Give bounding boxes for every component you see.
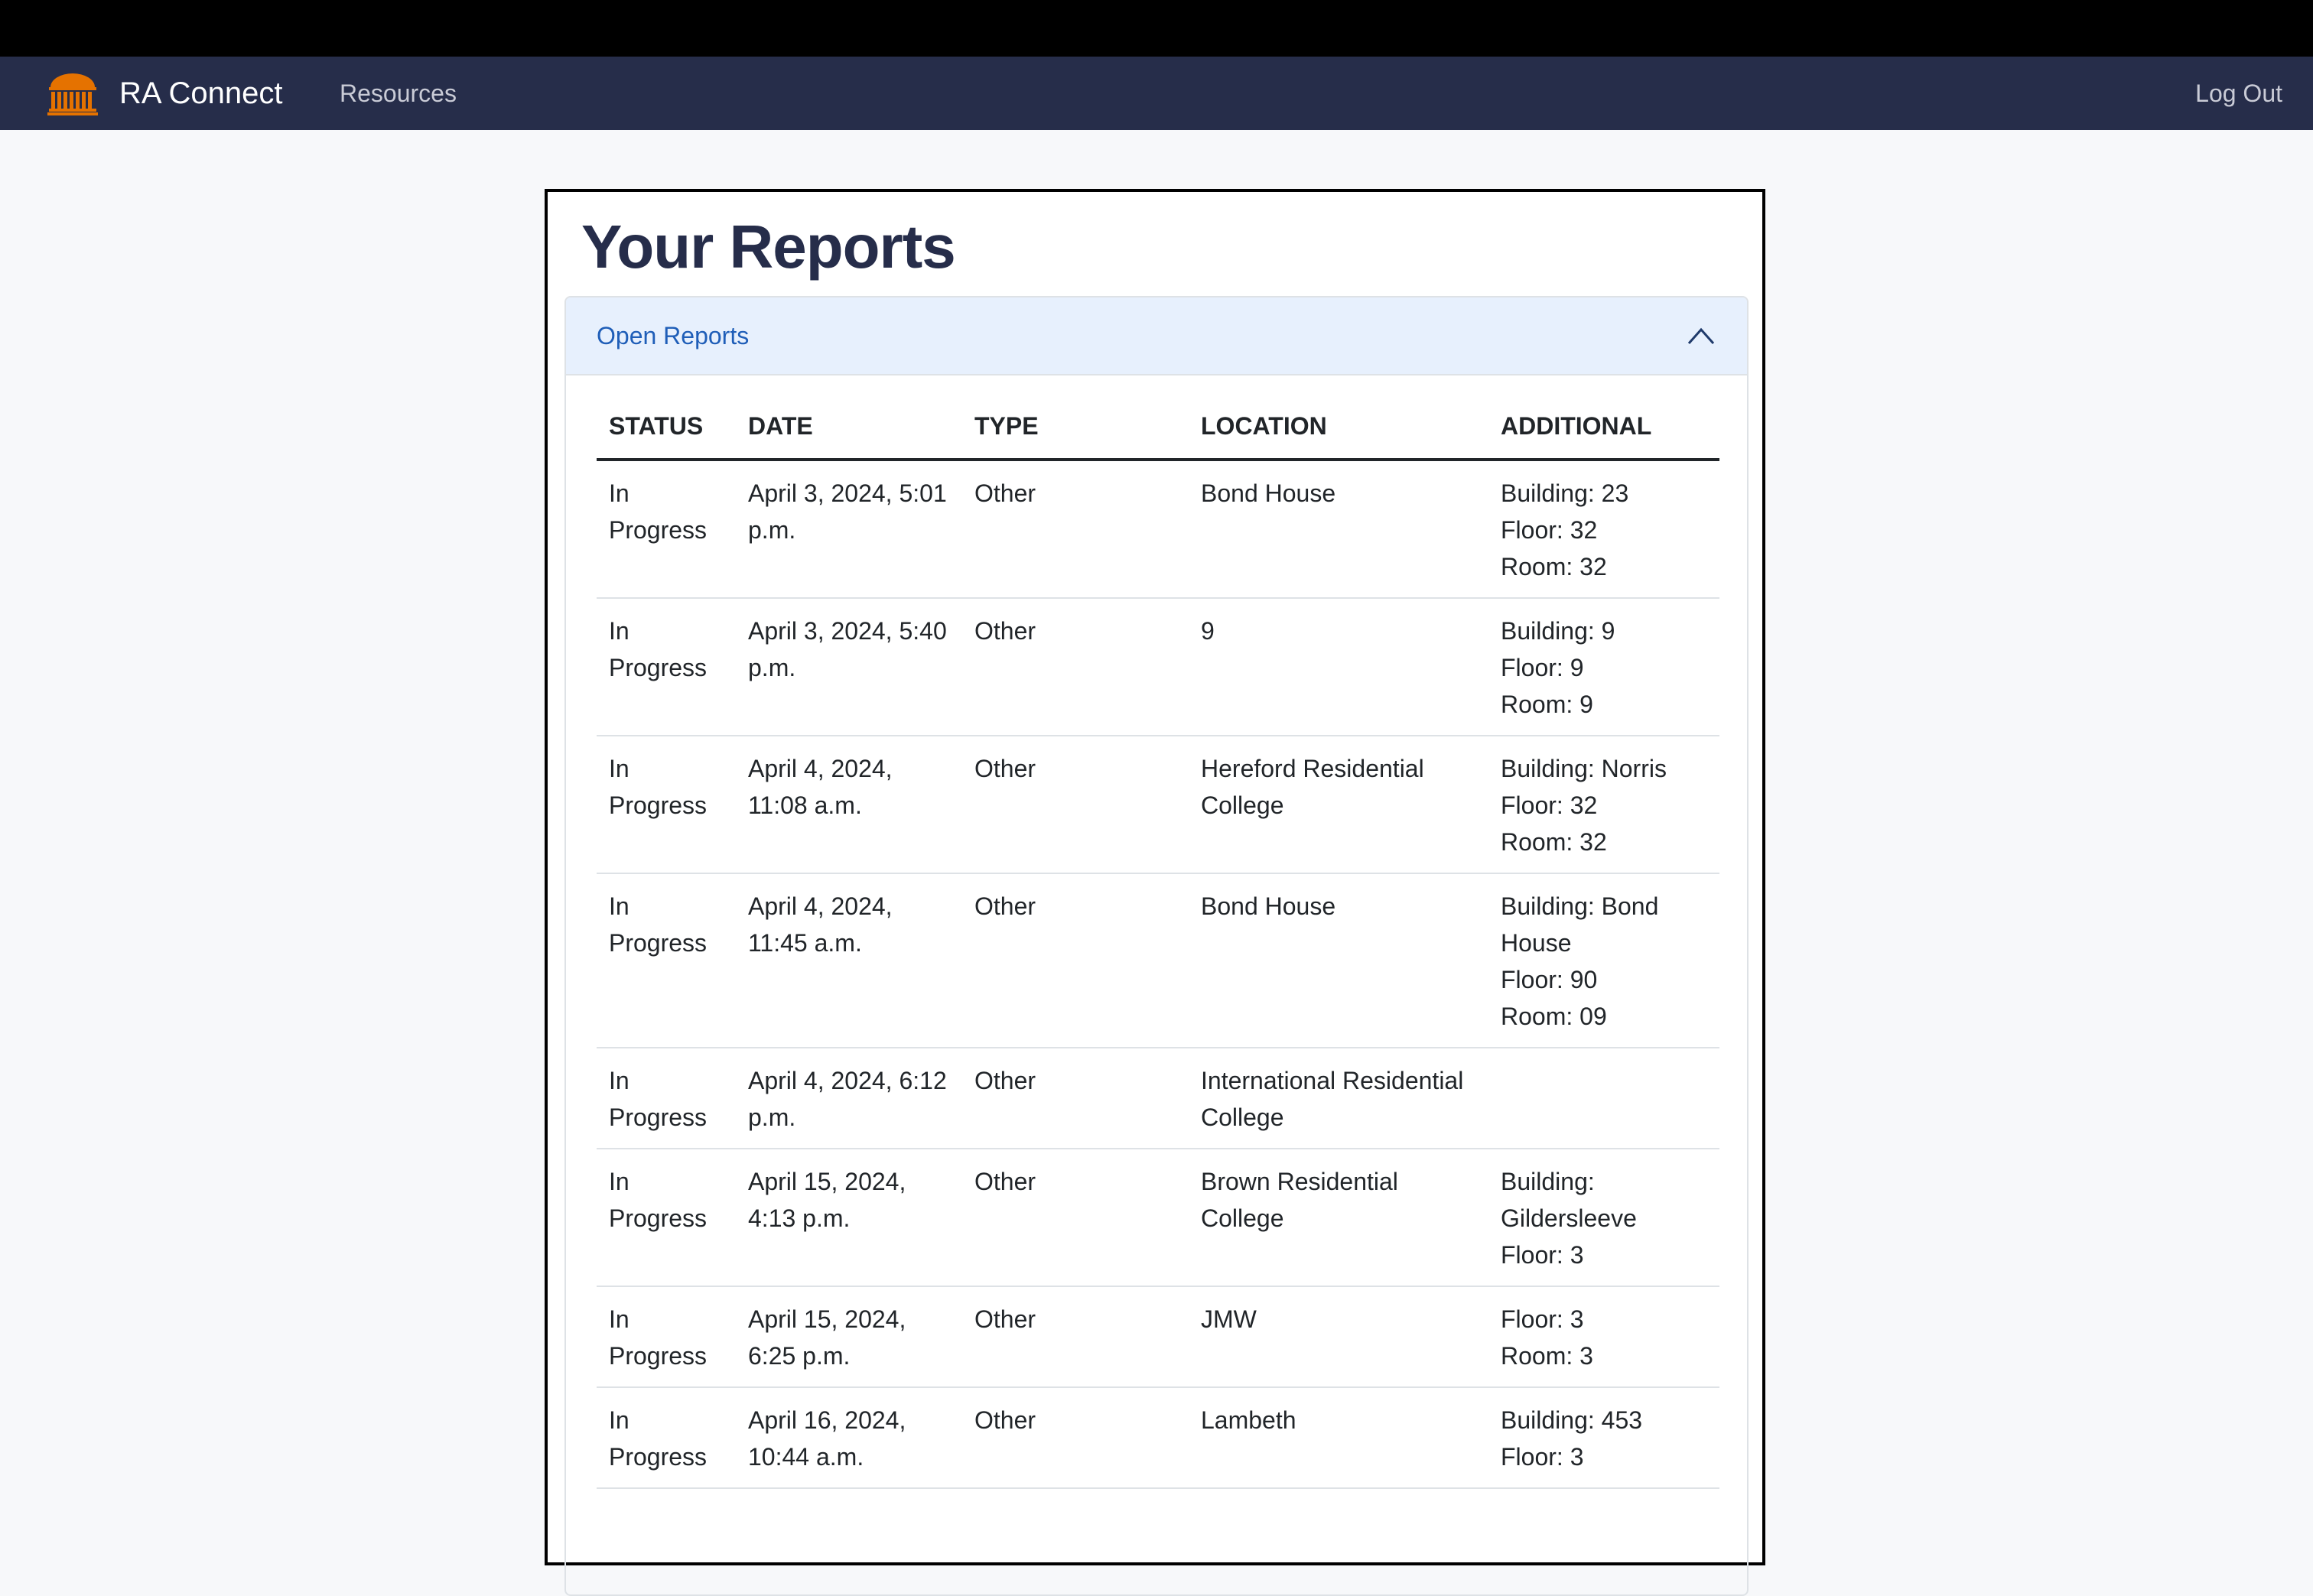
column-header-additional: ADDITIONAL [1488, 391, 1719, 461]
table-row: In Progress April 4, 2024, 11:08 a.m. Ot… [597, 736, 1719, 874]
cell-type: Other [962, 1149, 1189, 1287]
additional-line: Building: 9 [1501, 617, 1615, 645]
cell-location: Brown Residential College [1189, 1149, 1488, 1287]
cell-date: April 15, 2024, 6:25 p.m. [736, 1286, 962, 1388]
cell-type: Other [962, 1048, 1189, 1149]
table-row: In Progress April 4, 2024, 6:12 p.m. Oth… [597, 1048, 1719, 1149]
top-black-bar [0, 0, 2313, 57]
column-header-date: DATE [736, 391, 962, 461]
cell-date: April 15, 2024, 4:13 p.m. [736, 1149, 962, 1287]
cell-type: Other [962, 1387, 1189, 1489]
cell-type: Other [962, 598, 1189, 736]
cell-additional: Building: Bond House Floor: 90 Room: 09 [1488, 873, 1719, 1048]
table-row: In Progress April 3, 2024, 5:40 p.m. Oth… [597, 598, 1719, 736]
column-header-type: TYPE [962, 391, 1189, 461]
table-row: In Progress April 15, 2024, 4:13 p.m. Ot… [597, 1149, 1719, 1287]
cell-additional: Building: 453 Floor: 3 [1488, 1387, 1719, 1489]
cell-date: April 4, 2024, 11:08 a.m. [736, 736, 962, 874]
cell-location: Bond House [1189, 460, 1488, 599]
cell-location: Hereford Residential College [1189, 736, 1488, 874]
cell-location: JMW [1189, 1286, 1488, 1388]
table-row: In Progress April 4, 2024, 11:45 a.m. Ot… [597, 873, 1719, 1048]
logout-link[interactable]: Log Out [2195, 78, 2282, 109]
column-header-status: STATUS [597, 391, 736, 461]
cell-date: April 3, 2024, 5:40 p.m. [736, 598, 962, 736]
reports-table: STATUS DATE TYPE LOCATION ADDITIONAL In … [597, 391, 1719, 1489]
additional-line: Room: 3 [1501, 1342, 1593, 1370]
cell-additional: Floor: 3 Room: 3 [1488, 1286, 1719, 1388]
additional-line: Building: 453 [1501, 1406, 1643, 1434]
cell-location: Lambeth [1189, 1387, 1488, 1489]
page-title: Your Reports [581, 213, 956, 281]
additional-line: Floor: 3 [1501, 1305, 1584, 1333]
cell-date: April 3, 2024, 5:01 p.m. [736, 460, 962, 599]
table-row: In Progress April 3, 2024, 5:01 p.m. Oth… [597, 460, 1719, 599]
cell-type: Other [962, 736, 1189, 874]
additional-line: Room: 32 [1501, 828, 1607, 856]
accordion-title: Open Reports [597, 322, 750, 349]
additional-line: Room: 09 [1501, 1003, 1607, 1030]
cell-type: Other [962, 1286, 1189, 1388]
open-reports-accordion: Open Reports STATUS DATE TYPE LOCATION A… [564, 296, 1749, 1596]
cell-date: April 4, 2024, 11:45 a.m. [736, 873, 962, 1048]
additional-line: Building: 23 [1501, 479, 1629, 507]
cell-status: In Progress [597, 1048, 736, 1149]
reports-card: Your Reports Open Reports STATUS DATE TY… [545, 189, 1765, 1596]
cell-status: In Progress [597, 1149, 736, 1287]
accordion-header[interactable]: Open Reports [566, 297, 1747, 375]
additional-line: Room: 9 [1501, 691, 1593, 718]
cell-date: April 16, 2024, 10:44 a.m. [736, 1387, 962, 1489]
cell-date: April 4, 2024, 6:12 p.m. [736, 1048, 962, 1149]
additional-line: Floor: 90 [1501, 966, 1598, 993]
nav-link-resources[interactable]: Resources [340, 78, 457, 109]
rotunda-logo-icon[interactable] [47, 70, 98, 116]
cell-status: In Progress [597, 598, 736, 736]
table-row: In Progress April 15, 2024, 6:25 p.m. Ot… [597, 1286, 1719, 1388]
cell-location: 9 [1189, 598, 1488, 736]
additional-line: Floor: 32 [1501, 791, 1598, 819]
additional-line: Floor: 3 [1501, 1241, 1584, 1269]
additional-line: Floor: 32 [1501, 516, 1598, 544]
additional-line: Building: Gildersleeve [1501, 1168, 1637, 1232]
additional-line: Floor: 3 [1501, 1443, 1584, 1471]
cell-status: In Progress [597, 1286, 736, 1388]
brand-name[interactable]: RA Connect [119, 75, 282, 112]
cell-additional: Building: Gildersleeve Floor: 3 [1488, 1149, 1719, 1287]
cell-status: In Progress [597, 1387, 736, 1489]
cell-additional: Building: Norris Floor: 32 Room: 32 [1488, 736, 1719, 874]
cell-additional: Building: 23 Floor: 32 Room: 32 [1488, 460, 1719, 599]
chevron-up-icon[interactable] [1686, 325, 1716, 346]
cell-additional: Building: 9 Floor: 9 Room: 9 [1488, 598, 1719, 736]
cell-type: Other [962, 460, 1189, 599]
cell-status: In Progress [597, 736, 736, 874]
table-header-row: STATUS DATE TYPE LOCATION ADDITIONAL [597, 391, 1719, 461]
additional-line: Building: Norris [1501, 755, 1667, 782]
cell-status: In Progress [597, 460, 736, 599]
navbar: RA Connect Resources Log Out [0, 57, 2313, 130]
cell-status: In Progress [597, 873, 736, 1048]
table-row: In Progress April 16, 2024, 10:44 a.m. O… [597, 1387, 1719, 1489]
cell-type: Other [962, 873, 1189, 1048]
cell-location: International Residential College [1189, 1048, 1488, 1149]
additional-line: Building: Bond House [1501, 892, 1659, 957]
cell-location: Bond House [1189, 873, 1488, 1048]
cell-additional [1488, 1048, 1719, 1149]
column-header-location: LOCATION [1189, 391, 1488, 461]
additional-line: Room: 32 [1501, 553, 1607, 580]
additional-line: Floor: 9 [1501, 654, 1584, 681]
